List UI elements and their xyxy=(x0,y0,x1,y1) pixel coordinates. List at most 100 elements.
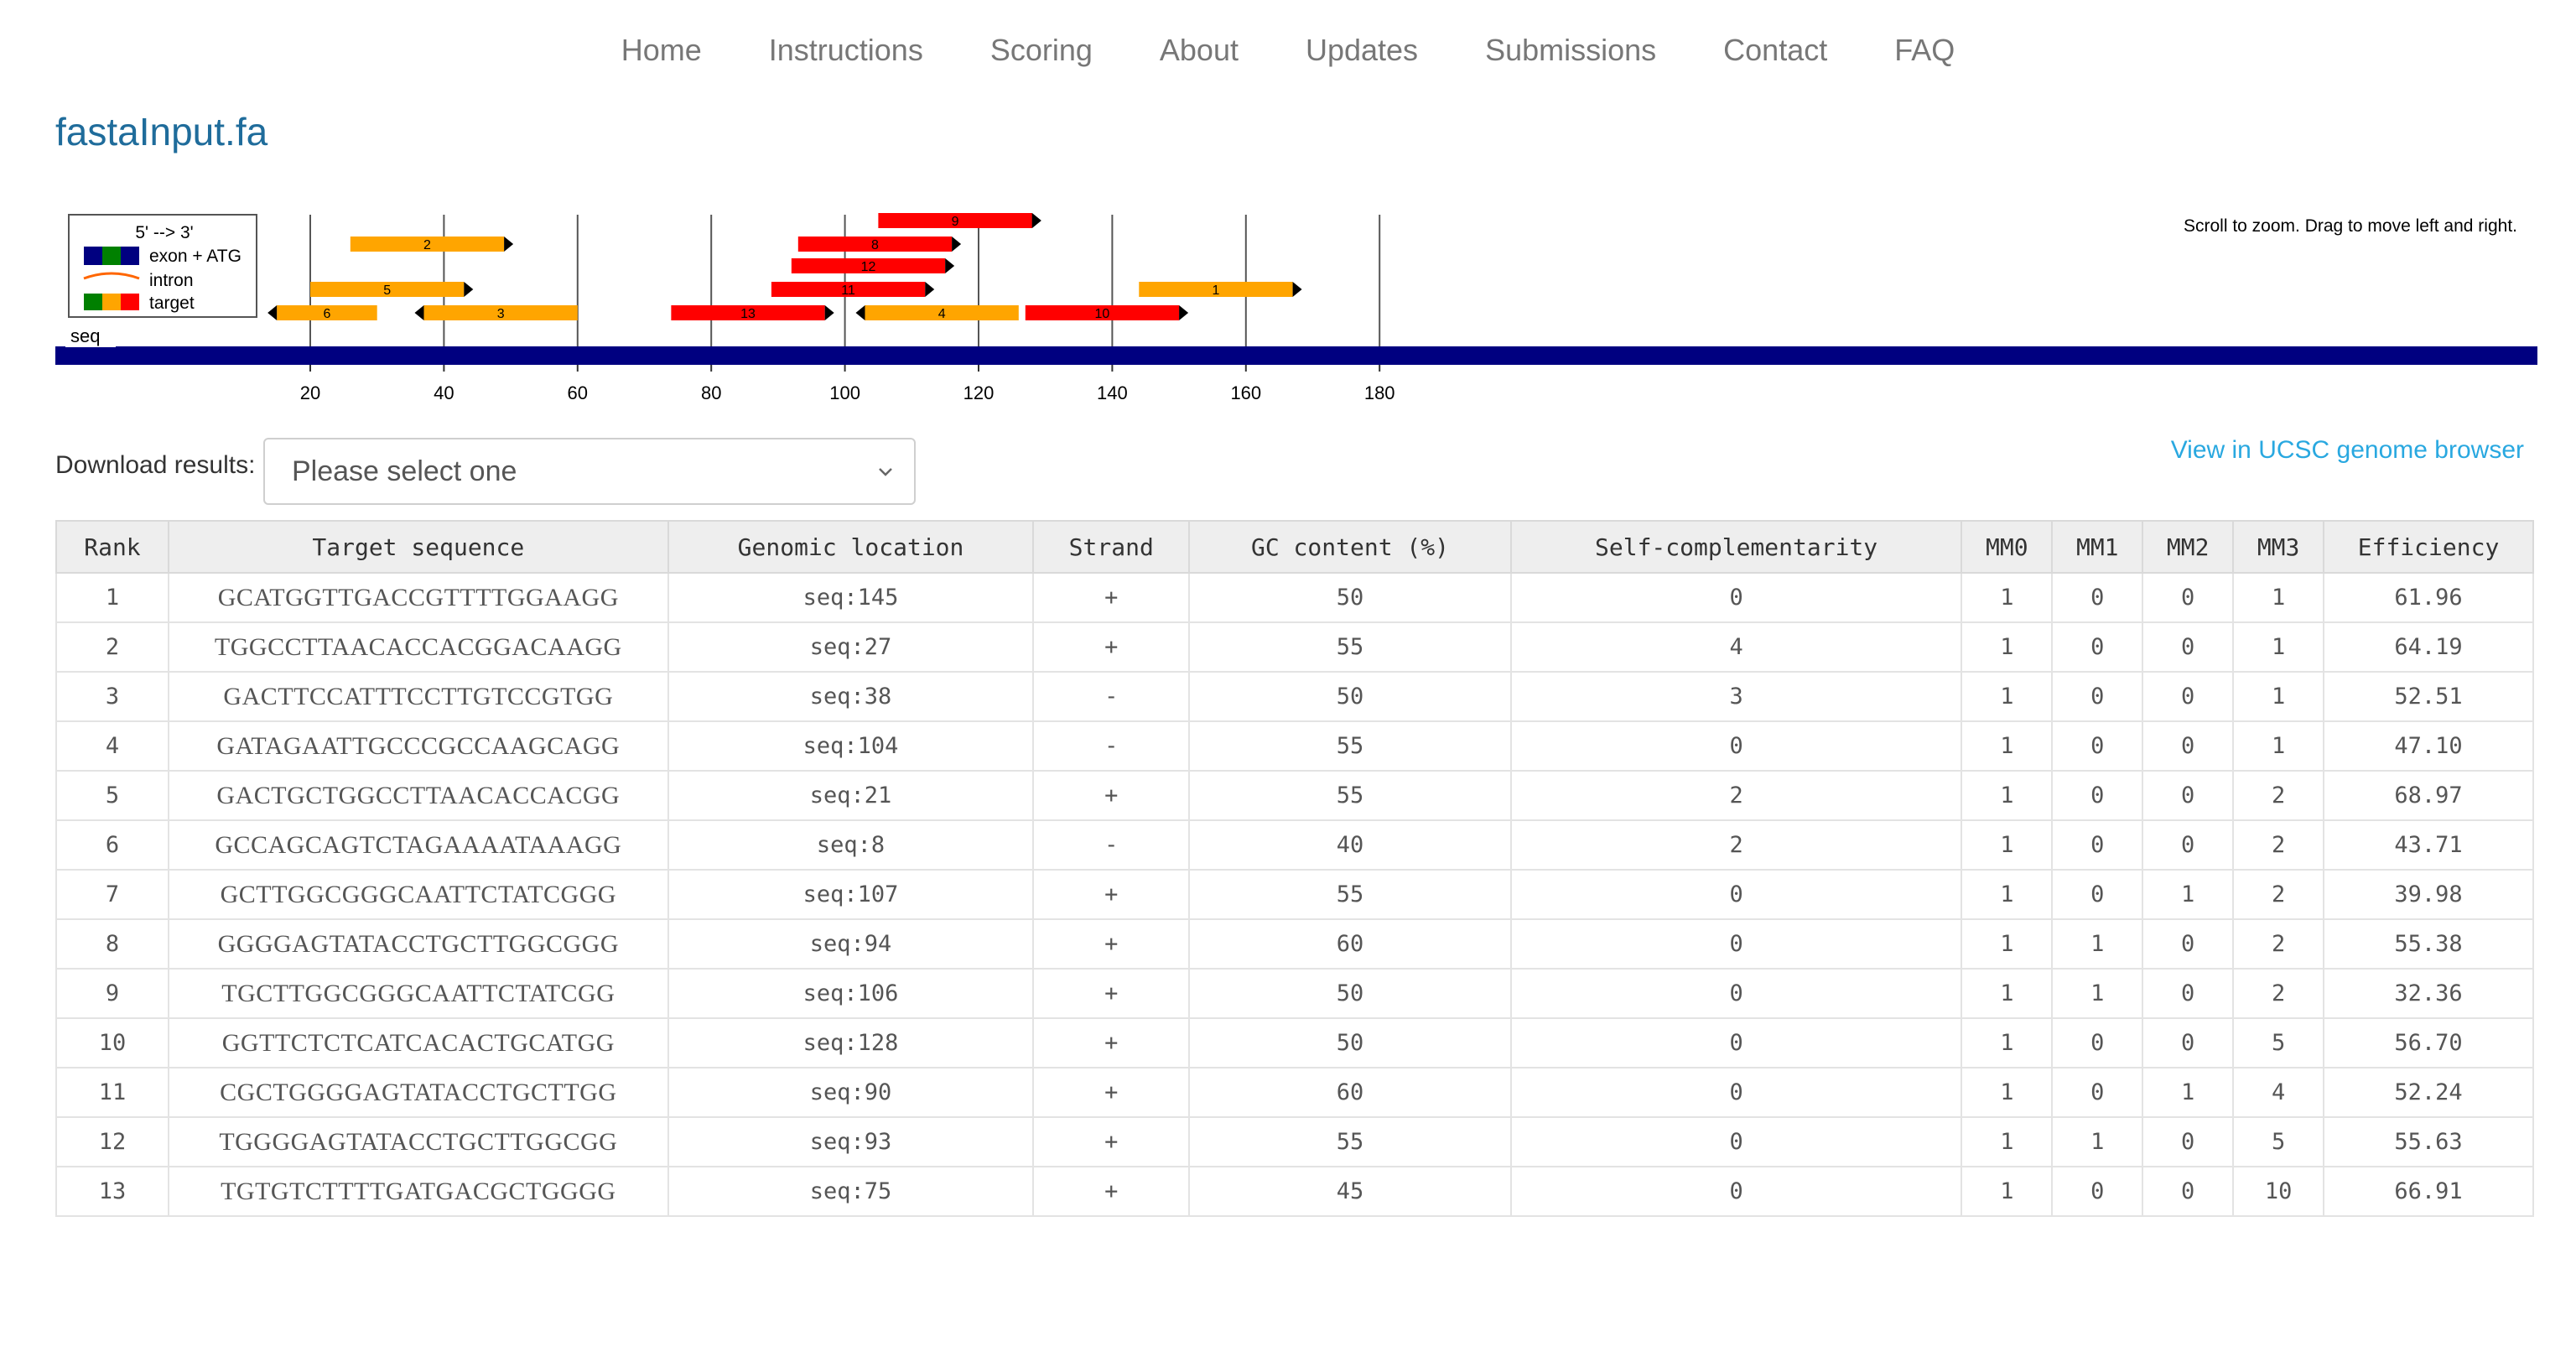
cell-rank: 5 xyxy=(55,770,169,821)
target-bar[interactable]: 5 xyxy=(310,282,474,298)
cell-mm2: 0 xyxy=(2142,1166,2235,1217)
cell-mm1: 0 xyxy=(2051,819,2144,871)
target-bars: 12345678910111213 xyxy=(267,213,1302,321)
table-row[interactable]: 5 GACTGCTGGCCTTAACACCACGG seq:21 +55 2 1 0 0 2 68… xyxy=(55,770,2534,821)
strand-arrow-icon xyxy=(267,305,278,320)
cell-mm3: 5 xyxy=(2232,1017,2325,1068)
nav-updates[interactable]: Updates xyxy=(1272,0,1452,101)
download-select-value: Please select one xyxy=(292,455,517,487)
nav-scoring[interactable]: Scoring xyxy=(957,0,1126,101)
cell-strand: + xyxy=(1032,968,1191,1019)
target-bar[interactable]: 11 xyxy=(771,282,935,298)
table-row[interactable]: 7 GCTTGGCGGGCAATTCTATCGGG seq:107 +55 0 1 0 1 2 3… xyxy=(55,869,2534,920)
cell-mm1: 1 xyxy=(2051,918,2144,970)
table-row[interactable]: 13 TGTGTCTTTTGATGACGCTGGGG seq:75 +45 0 1 0 0 10… xyxy=(55,1166,2534,1217)
cell-gc-content: 50 xyxy=(1188,968,1512,1019)
nav-about[interactable]: About xyxy=(1126,0,1272,101)
cell-strand: + xyxy=(1032,1067,1191,1118)
cell-mm0: 1 xyxy=(1961,572,2054,623)
cell-mm3: 2 xyxy=(2232,918,2325,970)
cell-self-complementarity: 0 xyxy=(1509,968,1963,1019)
target-bar[interactable]: 3 xyxy=(414,305,578,321)
cell-strand: + xyxy=(1032,1166,1191,1217)
cell-mm1: 1 xyxy=(2051,1116,2144,1167)
axis-tick-label: 40 xyxy=(434,382,454,403)
strand-arrow-icon xyxy=(925,282,935,297)
cell-self-complementarity: 0 xyxy=(1509,869,1963,920)
cell-mm3: 1 xyxy=(2232,621,2325,673)
target-bar[interactable]: 13 xyxy=(671,305,834,321)
cell-mm0: 1 xyxy=(1961,770,2054,821)
table-row[interactable]: 1 GCATGGTTGACCGTTTTGGAAGG seq:145 +50 0 1 0 0 1 6… xyxy=(55,572,2534,623)
cell-efficiency: 47.10 xyxy=(2323,720,2534,772)
cell-efficiency: 55.63 xyxy=(2323,1116,2534,1167)
table-row[interactable]: 9 TGCTTGGCGGGCAATTCTATCGG seq:106 +50 0 1 1 0 2 3… xyxy=(55,968,2534,1019)
cell-strand: + xyxy=(1032,869,1191,920)
target-bar[interactable]: 2 xyxy=(350,237,514,252)
col-header-target-sequence[interactable]: Target sequence xyxy=(167,520,669,574)
target-bar[interactable]: 9 xyxy=(878,213,1041,229)
cell-rank: 11 xyxy=(55,1067,169,1118)
axis-tick-label: 180 xyxy=(1364,382,1395,403)
cell-mm2: 0 xyxy=(2142,1116,2235,1167)
cell-mm2: 0 xyxy=(2142,1017,2235,1068)
target-bar[interactable]: 1 xyxy=(1139,282,1302,298)
col-header-mm3[interactable]: MM3 xyxy=(2232,520,2325,574)
col-header-mm1[interactable]: MM1 xyxy=(2051,520,2144,574)
col-header-genomic-location[interactable]: Genomic location xyxy=(667,520,1035,574)
col-header-mm2[interactable]: MM2 xyxy=(2142,520,2235,574)
cell-mm3: 2 xyxy=(2232,770,2325,821)
cell-mm3: 10 xyxy=(2232,1166,2325,1217)
col-header-efficiency[interactable]: Efficiency xyxy=(2323,520,2534,574)
table-row[interactable]: 10 GGTTCTCTCATCACACTGCATGG seq:128 +50 0 1 0 0 5… xyxy=(55,1017,2534,1068)
download-select[interactable]: Please select one xyxy=(263,438,916,505)
cell-target-sequence: TGCTTGGCGGGCAATTCTATCGG xyxy=(167,968,669,1019)
cell-target-sequence: GCATGGTTGACCGTTTTGGAAGG xyxy=(167,572,669,623)
target-bar[interactable]: 12 xyxy=(791,258,955,274)
cell-mm1: 0 xyxy=(2051,1166,2144,1217)
col-header-self-complementarity[interactable]: Self-complementarity xyxy=(1509,520,1963,574)
sequence-graph[interactable]: 12345678910111213 seq 204060801001201401… xyxy=(55,201,2537,419)
nav-instructions[interactable]: Instructions xyxy=(735,0,957,101)
target-bar-label: 13 xyxy=(740,307,756,321)
col-header-gc-content[interactable]: GC content (%) xyxy=(1188,520,1512,574)
nav-contact[interactable]: Contact xyxy=(1690,0,1861,101)
nav-home[interactable]: Home xyxy=(588,0,735,101)
col-header-rank[interactable]: Rank xyxy=(55,520,169,574)
table-row[interactable]: 8 GGGGAGTATACCTGCTTGGCGGG seq:94 +60 0 1 1 0 2 55… xyxy=(55,918,2534,970)
cell-mm0: 1 xyxy=(1961,720,2054,772)
cell-mm2: 1 xyxy=(2142,1067,2235,1118)
nav-faq[interactable]: FAQ xyxy=(1861,0,1988,101)
table-row[interactable]: 3 GACTTCCATTTCCTTGTCCGTGG seq:38-50 3 1 0 0 1 52… xyxy=(55,671,2534,722)
target-bar[interactable]: 4 xyxy=(855,305,1019,321)
table-row[interactable]: 4 GATAGAATTGCCCGCCAAGCAGG seq:104-55 0 1 0 0 1 4… xyxy=(55,720,2534,772)
target-bar[interactable]: 10 xyxy=(1025,305,1189,321)
table-row[interactable]: 6 GCCAGCAGTCTAGAAAATAAAGG seq:8-40 2 1 0 0 2 43.… xyxy=(55,819,2534,871)
x-axis: 20 40 60 80 100 120 140 160 180 xyxy=(300,365,1395,403)
table-row[interactable]: 12 TGGGGAGTATACCTGCTTGGCGG seq:93 +55 0 1 1 0 5 5… xyxy=(55,1116,2534,1167)
cell-gc-content: 40 xyxy=(1188,819,1512,871)
cell-mm3: 5 xyxy=(2232,1116,2325,1167)
cell-mm0: 1 xyxy=(1961,968,2054,1019)
cell-gc-content: 55 xyxy=(1188,720,1512,772)
cell-mm1: 0 xyxy=(2051,770,2144,821)
strand-arrow-icon xyxy=(952,237,962,252)
cell-mm1: 0 xyxy=(2051,1017,2144,1068)
target-bar-label: 2 xyxy=(423,238,431,252)
zoom-hint: Scroll to zoom. Drag to move left and ri… xyxy=(2184,216,2517,236)
cell-efficiency: 52.51 xyxy=(2323,671,2534,722)
track-label: seq xyxy=(70,325,100,346)
cell-mm0: 1 xyxy=(1961,1017,2054,1068)
col-header-strand[interactable]: Strand xyxy=(1032,520,1191,574)
cell-gc-content: 60 xyxy=(1188,918,1512,970)
strand-arrow-icon xyxy=(464,282,474,297)
cell-genomic-location: seq:106 xyxy=(667,968,1035,1019)
ucsc-browser-link[interactable]: View in UCSC genome browser xyxy=(2171,436,2524,465)
nav-submissions[interactable]: Submissions xyxy=(1452,0,1690,101)
table-row[interactable]: 2 TGGCCTTAACACCACGGACAAGG seq:27 +55 4 1 0 0 1 64… xyxy=(55,621,2534,673)
table-row[interactable]: 11 CGCTGGGGAGTATACCTGCTTGG seq:90 +60 0 1 0 1 4 5… xyxy=(55,1067,2534,1118)
cell-efficiency: 43.71 xyxy=(2323,819,2534,871)
target-bar[interactable]: 8 xyxy=(797,237,962,252)
col-header-mm0[interactable]: MM0 xyxy=(1961,520,2054,574)
target-bar[interactable]: 6 xyxy=(267,305,377,321)
